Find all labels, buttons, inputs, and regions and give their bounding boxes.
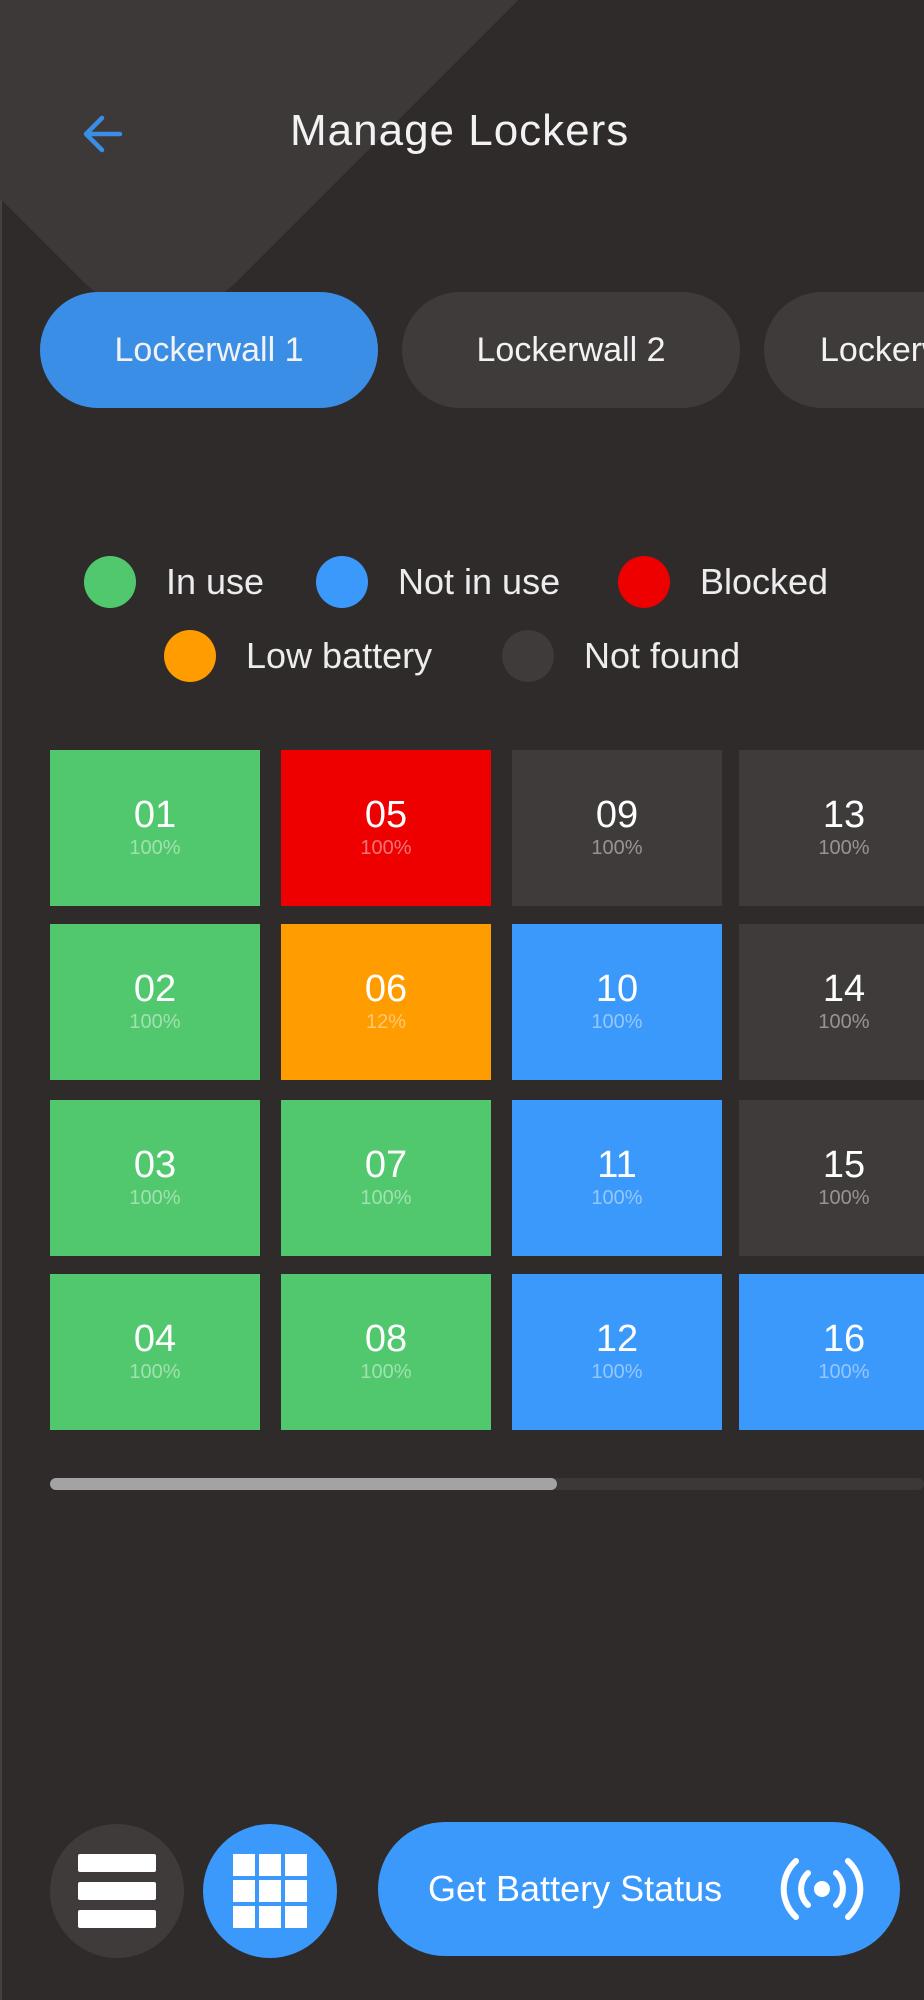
locker-cell-07[interactable]: 07 100% — [281, 1100, 491, 1256]
legend-dot — [502, 630, 554, 682]
tab-label: Lockerwall 2 — [476, 330, 666, 369]
locker-cell-06[interactable]: 06 12% — [281, 924, 491, 1080]
locker-cell-16[interactable]: 16 100% — [739, 1274, 924, 1430]
legend-blocked: Blocked — [618, 555, 828, 609]
locker-battery: 100% — [818, 1187, 870, 1209]
locker-number: 03 — [133, 1144, 177, 1186]
locker-number: 12 — [595, 1318, 639, 1360]
scrollbar-thumb[interactable] — [50, 1478, 557, 1490]
list-view-icon — [78, 1854, 156, 1928]
legend-low-battery: Low battery — [164, 629, 432, 683]
locker-cell-13[interactable]: 13 100% — [739, 750, 924, 906]
locker-number: 02 — [133, 968, 177, 1010]
locker-battery: 100% — [818, 837, 870, 859]
locker-number: 05 — [364, 794, 408, 836]
locker-cell-08[interactable]: 08 100% — [281, 1274, 491, 1430]
legend-not-found: Not found — [502, 629, 740, 683]
locker-battery: 100% — [591, 837, 643, 859]
locker-battery: 100% — [129, 837, 181, 859]
locker-cell-10[interactable]: 10 100% — [512, 924, 722, 1080]
locker-cell-09[interactable]: 09 100% — [512, 750, 722, 906]
header: Manage Lockers — [0, 0, 924, 270]
locker-cell-02[interactable]: 02 100% — [50, 924, 260, 1080]
locker-number: 08 — [364, 1318, 408, 1360]
locker-cell-15[interactable]: 15 100% — [739, 1100, 924, 1256]
locker-battery: 100% — [818, 1011, 870, 1033]
locker-number: 01 — [133, 794, 177, 836]
locker-cell-03[interactable]: 03 100% — [50, 1100, 260, 1256]
tab-lockerwall-2[interactable]: Lockerwall 2 — [402, 292, 740, 408]
battery-button-label: Get Battery Status — [428, 1868, 723, 1909]
legend-dot — [84, 556, 136, 608]
back-arrow-icon — [83, 115, 123, 153]
locker-battery: 12% — [365, 1011, 407, 1033]
locker-battery: 100% — [360, 837, 412, 859]
locker-battery: 100% — [591, 1187, 643, 1209]
tab-lockerwall-1[interactable]: Lockerwall 1 — [40, 292, 378, 408]
locker-battery: 100% — [591, 1011, 643, 1033]
locker-number: 04 — [133, 1318, 177, 1360]
legend-not-in-use: Not in use — [316, 555, 560, 609]
locker-number: 14 — [822, 968, 866, 1010]
legend-dot — [164, 630, 216, 682]
tab-label: Lockerwall 3 — [820, 330, 924, 369]
locker-battery: 100% — [591, 1361, 643, 1383]
lockerwall-tabs: Lockerwall 1 Lockerwall 2 Lockerwall 3 — [40, 292, 924, 408]
legend-dot — [316, 556, 368, 608]
broadcast-signal-icon — [780, 1858, 864, 1920]
locker-battery: 100% — [360, 1187, 412, 1209]
locker-number: 15 — [822, 1144, 866, 1186]
grid-view-icon — [233, 1854, 307, 1928]
tab-label: Lockerwall 1 — [114, 330, 304, 369]
locker-cell-05[interactable]: 05 100% — [281, 750, 491, 906]
grid-view-button[interactable] — [203, 1824, 337, 1958]
legend-label: Not found — [584, 635, 741, 676]
locker-cell-12[interactable]: 12 100% — [512, 1274, 722, 1430]
locker-number: 13 — [822, 794, 866, 836]
locker-number: 07 — [364, 1144, 408, 1186]
get-battery-status-button[interactable]: Get Battery Status — [378, 1822, 900, 1956]
legend-label: Low battery — [246, 635, 433, 676]
legend-label: In use — [166, 561, 265, 602]
legend-in-use: In use — [84, 555, 264, 609]
locker-cell-01[interactable]: 01 100% — [50, 750, 260, 906]
page-title: Manage Lockers — [290, 106, 630, 155]
back-button[interactable] — [62, 104, 142, 164]
locker-number: 10 — [595, 968, 639, 1010]
locker-battery: 100% — [818, 1361, 870, 1383]
list-view-button[interactable] — [50, 1824, 184, 1958]
locker-battery: 100% — [360, 1361, 412, 1383]
locker-battery: 100% — [129, 1361, 181, 1383]
locker-battery: 100% — [129, 1187, 181, 1209]
locker-number: 06 — [364, 968, 408, 1010]
locker-number: 16 — [822, 1318, 866, 1360]
locker-number: 09 — [595, 794, 639, 836]
locker-cell-14[interactable]: 14 100% — [739, 924, 924, 1080]
legend-dot — [618, 556, 670, 608]
legend-label: Not in use — [398, 561, 561, 602]
locker-battery: 100% — [129, 1011, 181, 1033]
locker-cell-11[interactable]: 11 100% — [512, 1100, 722, 1256]
legend-label: Blocked — [700, 561, 829, 602]
locker-cell-04[interactable]: 04 100% — [50, 1274, 260, 1430]
locker-grid: 01 100% 02 100% 03 100% 04 100% 05 100% 06 12% 07 100… — [50, 750, 924, 1430]
horizontal-scrollbar[interactable] — [50, 1478, 924, 1490]
tab-lockerwall-3[interactable]: Lockerwall 3 — [764, 292, 924, 408]
screen-edge — [0, 0, 2, 2000]
locker-number: 11 — [597, 1144, 637, 1186]
